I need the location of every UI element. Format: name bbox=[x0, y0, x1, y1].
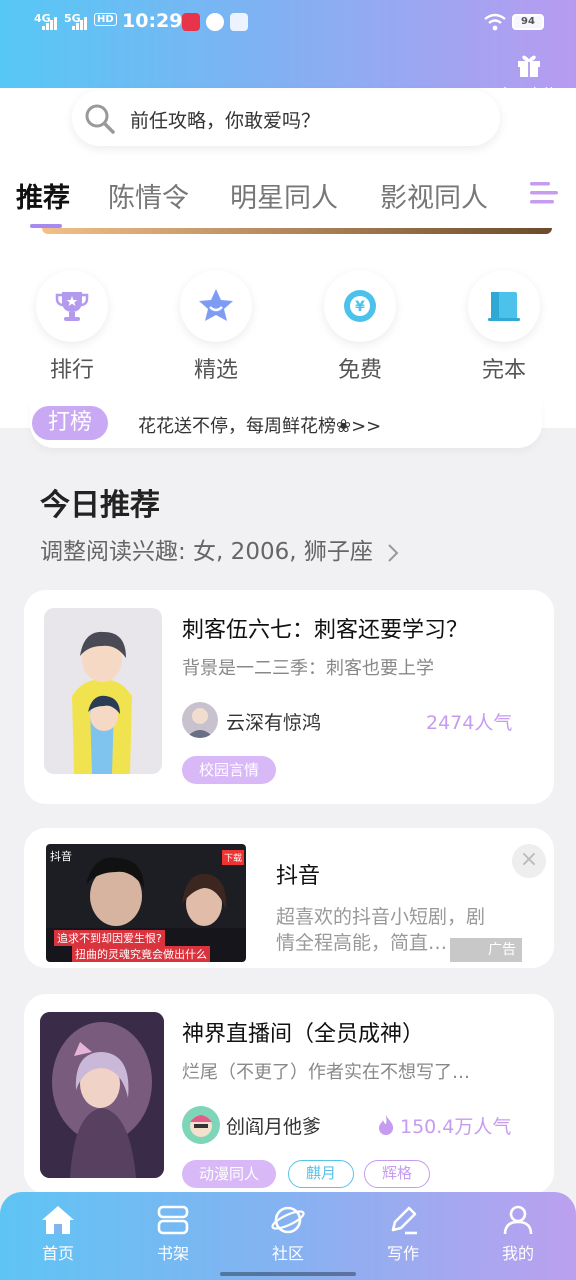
quick-nav-label: 精选 bbox=[193, 358, 238, 383]
quick-nav-free[interactable]: ¥ 免费 bbox=[324, 270, 396, 384]
quick-nav-label: 完本 bbox=[481, 358, 526, 383]
category-tabs: 推荐 陈情令 明星同人 影视同人 bbox=[0, 168, 576, 228]
book-tag[interactable]: 校园言情 bbox=[182, 756, 276, 784]
quick-nav-label: 排行 bbox=[49, 358, 94, 383]
author-name: 云深有惊鸿 bbox=[226, 712, 322, 734]
app-notification-icon bbox=[182, 13, 200, 31]
close-icon: × bbox=[519, 847, 539, 872]
rank-text: 花花送不停，每周鲜花榜❀>> bbox=[138, 416, 382, 437]
popularity: 150.4万人气 bbox=[400, 1116, 512, 1138]
book-description: 背景是一二三季：刺客也要上学 bbox=[182, 658, 434, 679]
user-icon bbox=[503, 1205, 533, 1235]
daily-gift-button[interactable]: 每日有礼 bbox=[496, 52, 562, 104]
bookshelf-icon bbox=[157, 1205, 189, 1235]
tab-star-fanfic[interactable]: 明星同人 bbox=[230, 176, 338, 215]
nav-label: 我的 bbox=[501, 1244, 534, 1263]
book-tag[interactable]: 动漫同人 bbox=[182, 1160, 276, 1188]
nav-profile[interactable]: 我的 bbox=[478, 1204, 558, 1264]
ad-image-caption: 追求不到却因爱生恨? bbox=[54, 930, 165, 946]
book-cover-image bbox=[40, 1012, 164, 1178]
author-name: 创阎月他爹 bbox=[226, 1116, 322, 1138]
ad-image: 抖音 下载 追求不到却因爱生恨? 扭曲的灵魂究竟会做出什么 bbox=[46, 844, 246, 962]
ad-title: 抖音 bbox=[276, 864, 321, 889]
popularity: 2474人气 bbox=[426, 712, 513, 734]
reading-interest-text: 调整阅读兴趣: 女, 2006, 狮子座 bbox=[40, 539, 373, 565]
home-indicator bbox=[220, 1272, 356, 1276]
today-recommend-title: 今日推荐 bbox=[40, 488, 160, 523]
hd-badge: HD bbox=[94, 13, 117, 26]
author-avatar bbox=[182, 702, 218, 738]
signal-bars-icon bbox=[42, 17, 57, 30]
vivo-icon bbox=[230, 13, 248, 31]
flower-ranking-bar[interactable]: 打榜 花花送不停，每周鲜花榜❀>> bbox=[30, 400, 542, 448]
star-icon bbox=[199, 289, 233, 321]
nav-home[interactable]: 首页 bbox=[18, 1204, 98, 1264]
quick-nav-completed[interactable]: 完本 bbox=[468, 270, 540, 384]
book-icon bbox=[488, 292, 520, 321]
banner-carousel-edge[interactable] bbox=[42, 228, 552, 234]
featured-icon-circle bbox=[180, 270, 252, 342]
book-tag[interactable]: 麒月 bbox=[288, 1160, 354, 1188]
wechat-icon bbox=[206, 13, 224, 31]
author-avatar bbox=[182, 1106, 220, 1144]
ranking-icon-circle bbox=[36, 270, 108, 342]
book-card[interactable]: 神界直播间（全员成神） 烂尾（不更了）作者实在不想写了… 创阎月他爹 150.4… bbox=[24, 994, 554, 1194]
tab-recommend[interactable]: 推荐 bbox=[16, 176, 70, 215]
book-description: 烂尾（不更了）作者实在不想写了… bbox=[182, 1062, 470, 1083]
ad-close-button[interactable]: × bbox=[512, 844, 546, 878]
chevron-right-icon bbox=[388, 543, 399, 562]
gift-icon bbox=[518, 55, 540, 77]
status-bar: 4G 5G HD 10:29 94 bbox=[0, 0, 576, 44]
reading-interest-link[interactable]: 调整阅读兴趣: 女, 2006, 狮子座 bbox=[40, 532, 400, 566]
nav-label: 首页 bbox=[41, 1244, 74, 1263]
ad-image-caption: 扭曲的灵魂究竟会做出什么 bbox=[72, 946, 210, 962]
wifi-icon bbox=[484, 13, 506, 31]
search-bar[interactable]: 前任攻略，你敢爱吗？ bbox=[72, 90, 500, 146]
tab-film-fanfic[interactable]: 影视同人 bbox=[380, 176, 488, 215]
battery-indicator: 94 bbox=[512, 14, 544, 30]
tab-menu-button[interactable] bbox=[526, 172, 576, 212]
free-icon-circle: ¥ bbox=[324, 270, 396, 342]
fire-icon bbox=[379, 1115, 394, 1135]
nav-write[interactable]: 写作 bbox=[363, 1204, 443, 1264]
quick-nav-ranking[interactable]: 排行 bbox=[36, 270, 108, 384]
pen-icon bbox=[391, 1206, 417, 1235]
completed-icon-circle bbox=[468, 270, 540, 342]
nav-label: 书架 bbox=[156, 1244, 189, 1263]
ad-badge: 广告 bbox=[450, 938, 522, 962]
rank-tag: 打榜 bbox=[32, 406, 108, 440]
menu-icon bbox=[530, 182, 558, 204]
book-title: 刺客伍六七：刺客还要学习？ bbox=[182, 618, 469, 643]
planet-icon bbox=[271, 1206, 305, 1234]
ad-card[interactable]: 抖音 下载 追求不到却因爱生恨? 扭曲的灵魂究竟会做出什么 抖音 超喜欢的抖音小… bbox=[24, 828, 554, 968]
search-icon bbox=[85, 104, 115, 134]
book-tag[interactable]: 辉格 bbox=[364, 1160, 430, 1188]
bottom-navigation: 首页 书架 社区 写作 我的 bbox=[0, 1192, 576, 1280]
free-yen-icon: ¥ bbox=[344, 290, 376, 322]
trophy-icon bbox=[55, 292, 89, 321]
book-card[interactable]: 刺客伍六七：刺客还要学习？ 背景是一二三季：刺客也要上学 云深有惊鸿 2474人… bbox=[24, 590, 554, 804]
nav-community[interactable]: 社区 bbox=[248, 1204, 328, 1264]
quick-nav-featured[interactable]: 精选 bbox=[180, 270, 252, 384]
nav-bookshelf[interactable]: 书架 bbox=[133, 1204, 213, 1264]
home-icon bbox=[42, 1206, 74, 1234]
tab-chenqingling[interactable]: 陈情令 bbox=[108, 176, 189, 215]
quick-nav-label: 免费 bbox=[337, 358, 382, 383]
gift-label: 每日有礼 bbox=[501, 87, 557, 103]
search-placeholder: 前任攻略，你敢爱吗？ bbox=[130, 110, 321, 132]
clock: 10:29 bbox=[122, 10, 183, 32]
book-cover-image bbox=[44, 608, 162, 774]
nav-label: 写作 bbox=[386, 1244, 419, 1263]
signal-bars-icon bbox=[72, 17, 87, 30]
nav-label: 社区 bbox=[271, 1244, 304, 1263]
svg-text:¥: ¥ bbox=[355, 299, 365, 315]
book-title: 神界直播间（全员成神） bbox=[182, 1022, 425, 1047]
